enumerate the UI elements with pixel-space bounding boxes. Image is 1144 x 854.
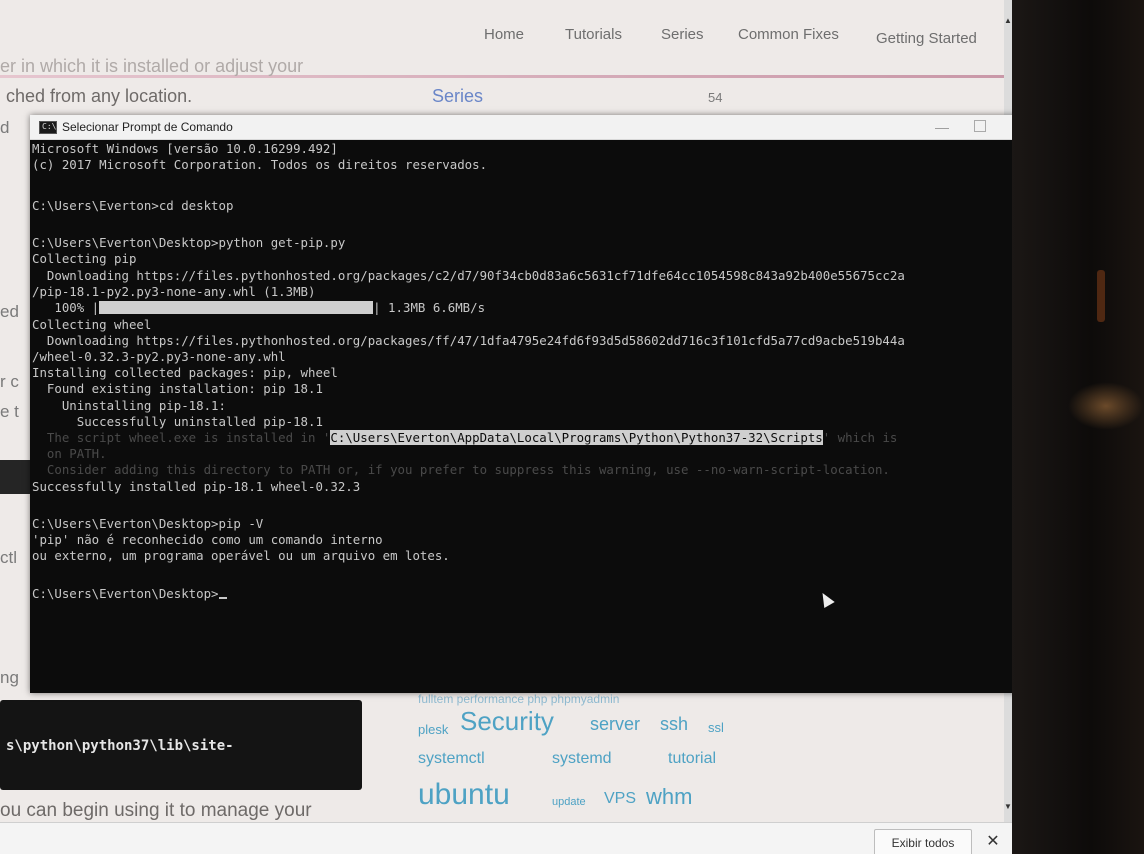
page-edge-fragment: e t [0, 402, 19, 421]
cmd-line: 'pip' não é reconhecido como um comando … [32, 532, 383, 547]
series-row: Series 54 [420, 86, 1000, 112]
tag-ssh[interactable]: ssh [660, 714, 688, 735]
terminal-icon-label: C:\ [42, 122, 57, 131]
download-bar: Exibir todos ✕ [0, 822, 1012, 854]
cmd-line: C:\Users\Everton\Desktop>python get-pip.… [32, 235, 346, 250]
cmd-line: /wheel-0.32.3-py2.py3-none-any.whl [32, 349, 286, 364]
series-count: 54 [708, 90, 723, 105]
text-cursor [218, 597, 227, 599]
cmd-window-title: Selecionar Prompt de Comando [62, 120, 233, 134]
cmd-line: Collecting wheel [32, 317, 152, 332]
cmd-line: /pip-18.1-py2.py3-none-any.whl (1.3MB) [32, 284, 316, 299]
tag-cloud-partial: fulltem performance php phpmyadmin [418, 692, 620, 706]
series-link[interactable]: Series [432, 86, 483, 107]
page-edge-fragment: r c [0, 372, 19, 391]
tag-plesk[interactable]: plesk [418, 722, 448, 737]
minimize-button[interactable]: — [930, 118, 954, 136]
cmd-line: Collecting pip [32, 251, 137, 266]
cmd-line: ou externo, um programa operável ou um a… [32, 548, 450, 563]
show-all-button[interactable]: Exibir todos [874, 829, 972, 854]
nav-home[interactable]: Home [484, 26, 524, 43]
cmd-line: Consider adding this directory to PATH o… [32, 462, 890, 477]
tag-ubuntu[interactable]: ubuntu [418, 778, 510, 812]
page-edge-fragment: d [0, 118, 10, 137]
tag-cloud: fulltem performance php phpmyadmin plesk… [410, 690, 770, 830]
tag-systemd[interactable]: systemd [552, 750, 612, 768]
page-text-line: ou can begin using it to manage your [0, 800, 312, 821]
tag-update[interactable]: update [552, 796, 586, 808]
monitor-screen: Home Tutorials Series Common Fixes Getti… [0, 0, 1012, 854]
maximize-button[interactable] [974, 120, 986, 132]
selected-path[interactable]: C:\Users\Everton\AppData\Local\Programs\… [330, 430, 823, 445]
cmd-line: Installing collected packages: pip, whee… [32, 365, 338, 380]
tag-systemctl[interactable]: systemctl [418, 750, 485, 768]
progress-bar [99, 301, 374, 314]
cmd-line: (c) 2017 Microsoft Corporation. Todos os… [32, 157, 488, 172]
cmd-line: Downloading https://files.pythonhosted.o… [32, 268, 905, 283]
nav-tutorials[interactable]: Tutorials [565, 26, 622, 43]
cmd-line: Uninstalling pip-18.1: [32, 398, 226, 413]
cmd-line: Microsoft Windows [versão 10.0.16299.492… [32, 141, 338, 156]
page-code-strip [0, 460, 30, 494]
progress-suffix: | 1.3MB 6.6MB/s [373, 300, 486, 315]
command-prompt-window[interactable]: C:\ Selecionar Prompt de Comando — Micro… [30, 115, 1012, 693]
cmd-line: Found existing installation: pip 18.1 [32, 381, 323, 396]
cmd-prompt-line[interactable]: C:\Users\Everton\Desktop> [32, 586, 227, 602]
cmd-line: Successfully installed pip-18.1 wheel-0.… [32, 479, 361, 494]
cmd-line: C:\Users\Everton>cd desktop [32, 198, 234, 213]
page-edge-fragment: ctl [0, 548, 17, 567]
cmd-output[interactable]: Microsoft Windows [versão 10.0.16299.492… [30, 141, 1012, 693]
warning-line: The script wheel.exe is installed in 'C:… [32, 430, 897, 446]
scroll-down-arrow-icon[interactable]: ▼ [1004, 802, 1012, 812]
page-code-text: s\python\python37\lib\site- [6, 738, 234, 754]
page-edge-fragment: ed [0, 302, 19, 321]
cmd-line: Downloading https://files.pythonhosted.o… [32, 333, 905, 348]
page-text-line: ched from any location. [6, 86, 193, 106]
cmd-line: on PATH. [32, 446, 107, 461]
progress-line: 100% | | 1.3MB 6.6MB/s [32, 300, 485, 316]
page-code-block: s\python\python37\lib\site- [0, 700, 362, 790]
cmd-prompt: C:\Users\Everton\Desktop> [32, 586, 219, 601]
tag-tutorial[interactable]: tutorial [668, 750, 716, 768]
tag-server[interactable]: server [590, 714, 640, 735]
tag-vps[interactable]: VPS [604, 790, 636, 808]
progress-percent: 100% | [32, 300, 100, 315]
tag-whm[interactable]: whm [646, 784, 692, 810]
tag-ssl[interactable]: ssl [708, 720, 724, 735]
scroll-up-arrow-icon[interactable]: ▲ [1004, 16, 1012, 26]
terminal-icon: C:\ [39, 121, 57, 134]
page-text-line: er in which it is installed or adjust yo… [0, 56, 304, 76]
cmd-line: Successfully uninstalled pip-18.1 [32, 414, 323, 429]
nav-common-fixes[interactable]: Common Fixes [738, 26, 839, 43]
background-glow [1068, 382, 1144, 430]
cmd-titlebar[interactable]: C:\ Selecionar Prompt de Comando — [30, 115, 1012, 140]
page-edge-fragment: ng [0, 668, 19, 687]
cmd-line: C:\Users\Everton\Desktop>pip -V [32, 516, 264, 531]
nav-series[interactable]: Series [661, 26, 704, 43]
warning-suffix: ' which is [822, 430, 898, 445]
background-light [1097, 270, 1105, 322]
tag-security[interactable]: Security [460, 706, 554, 737]
close-icon[interactable]: ✕ [984, 829, 1002, 854]
nav-getting-started[interactable]: Getting Started [876, 30, 977, 47]
warning-prefix: The script wheel.exe is installed in ' [32, 430, 331, 445]
